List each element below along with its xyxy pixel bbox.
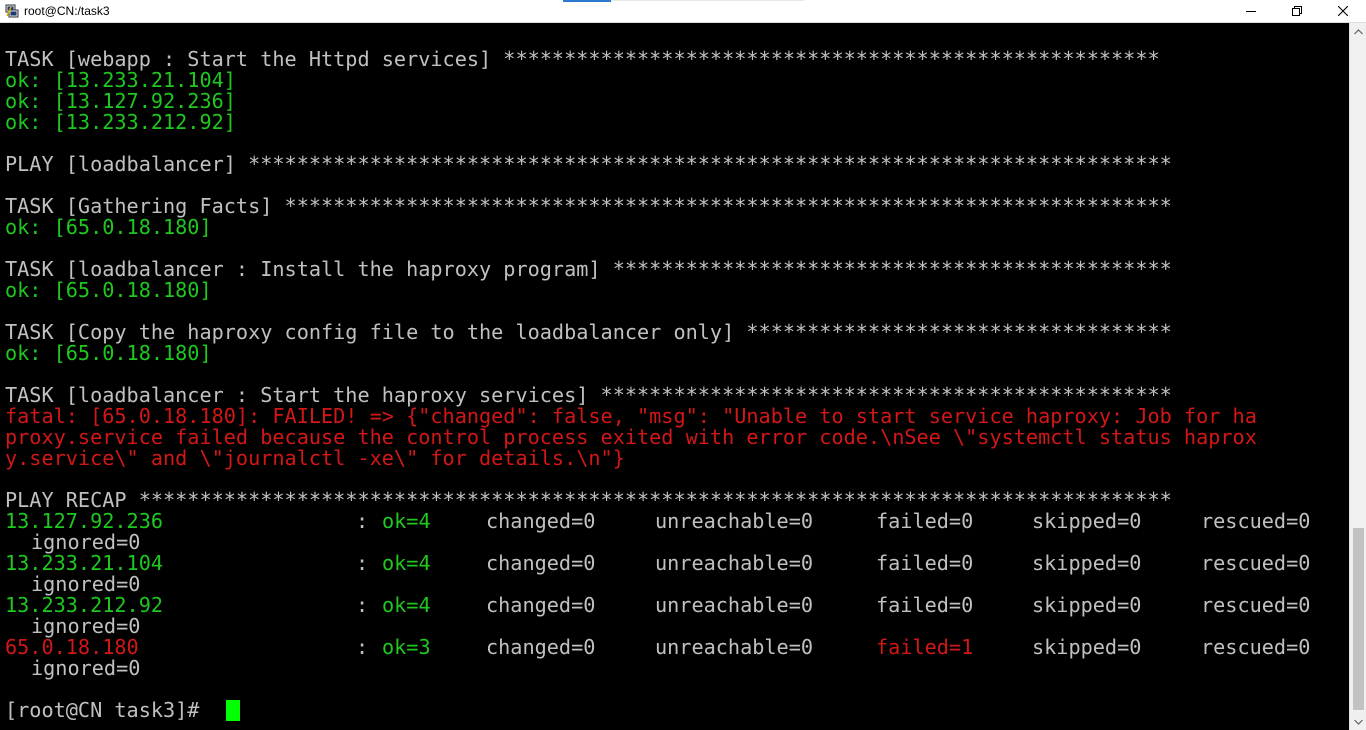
ok-line: ok: [13.233.21.104]	[5, 68, 236, 92]
recap-host: 13.233.212.92	[5, 593, 164, 617]
fatal-line: fatal: [65.0.18.180]: FAILED! => {"chang…	[5, 404, 1257, 428]
task-line: TASK [loadbalancer : Install the haproxy…	[5, 257, 1172, 281]
ok-line: ok: [65.0.18.180]	[5, 341, 212, 365]
recap-host: 13.127.92.236	[5, 509, 164, 533]
recap-separator: :	[356, 509, 369, 533]
window-title: root@CN:/task3	[24, 4, 110, 18]
task-line: TASK [webapp : Start the Httpd services]…	[5, 47, 1160, 71]
play-recap-header: PLAY RECAP *****************************…	[5, 488, 1172, 512]
fatal-line: proxy.service failed because the control…	[5, 425, 1257, 449]
recap-changed: changed=0	[486, 635, 596, 659]
recap-unreachable: unreachable=0	[655, 509, 814, 533]
recap-skipped: skipped=0	[1032, 593, 1142, 617]
text-cursor	[226, 700, 240, 721]
recap-changed: changed=0	[486, 509, 596, 533]
scroll-up-button[interactable]	[1350, 23, 1366, 40]
recap-ok: ok=3	[382, 635, 431, 659]
restore-icon	[1292, 6, 1302, 16]
recap-separator: :	[356, 635, 369, 659]
recap-ignored: ignored=0	[31, 530, 141, 554]
recap-failed: failed=0	[876, 551, 974, 575]
recap-changed: changed=0	[486, 551, 596, 575]
recap-separator: :	[356, 593, 369, 617]
recap-rescued: rescued=0	[1201, 551, 1311, 575]
recap-failed: failed=1	[876, 635, 974, 659]
recap-skipped: skipped=0	[1032, 551, 1142, 575]
task-line: TASK [loadbalancer : Start the haproxy s…	[5, 383, 1172, 407]
recap-unreachable: unreachable=0	[655, 593, 814, 617]
recap-ignored: ignored=0	[31, 614, 141, 638]
vertical-scrollbar[interactable]	[1349, 23, 1366, 730]
recap-host: 13.233.21.104	[5, 551, 164, 575]
ok-line: ok: [65.0.18.180]	[5, 215, 212, 239]
title-divider	[611, 0, 804, 1]
play-line: PLAY [loadbalancer] ********************…	[5, 152, 1172, 176]
ok-line: ok: [13.127.92.236]	[5, 89, 236, 113]
close-button[interactable]	[1320, 0, 1366, 22]
recap-ok: ok=4	[382, 551, 431, 575]
task-line: TASK [Copy the haproxy config file to th…	[5, 320, 1172, 344]
minimize-button[interactable]	[1228, 0, 1274, 22]
ok-line: ok: [13.233.212.92]	[5, 110, 236, 134]
minimize-icon	[1246, 11, 1256, 12]
recap-failed: failed=0	[876, 509, 974, 533]
recap-host: 65.0.18.180	[5, 635, 139, 659]
recap-ok: ok=4	[382, 593, 431, 617]
fatal-line: y.service\" and \"journalctl -xe\" for d…	[5, 446, 625, 470]
restore-button[interactable]	[1274, 0, 1320, 22]
terminal-output[interactable]: TASK [webapp : Start the Httpd services]…	[0, 23, 1349, 730]
recap-rescued: rescued=0	[1201, 635, 1311, 659]
recap-skipped: skipped=0	[1032, 509, 1142, 533]
arrow-up-icon	[1354, 28, 1363, 34]
recap-unreachable: unreachable=0	[655, 635, 814, 659]
title-bar: root@CN:/task3	[0, 0, 1366, 23]
recap-unreachable: unreachable=0	[655, 551, 814, 575]
recap-ignored: ignored=0	[31, 656, 141, 680]
recap-rescued: rescued=0	[1201, 509, 1311, 533]
shell-prompt: [root@CN task3]#	[5, 698, 212, 722]
title-accent	[563, 0, 611, 2]
recap-failed: failed=0	[876, 593, 974, 617]
putty-terminal-icon[interactable]	[5, 4, 19, 18]
recap-ignored: ignored=0	[31, 572, 141, 596]
recap-skipped: skipped=0	[1032, 635, 1142, 659]
recap-changed: changed=0	[486, 593, 596, 617]
recap-ok: ok=4	[382, 509, 431, 533]
task-line: TASK [Gathering Facts] *****************…	[5, 194, 1172, 218]
scrollbar-thumb[interactable]	[1353, 528, 1364, 710]
close-icon	[1338, 6, 1348, 16]
recap-separator: :	[356, 551, 369, 575]
scroll-down-button[interactable]	[1350, 713, 1366, 730]
recap-rescued: rescued=0	[1201, 593, 1311, 617]
ok-line: ok: [65.0.18.180]	[5, 278, 212, 302]
arrow-down-icon	[1354, 719, 1363, 725]
